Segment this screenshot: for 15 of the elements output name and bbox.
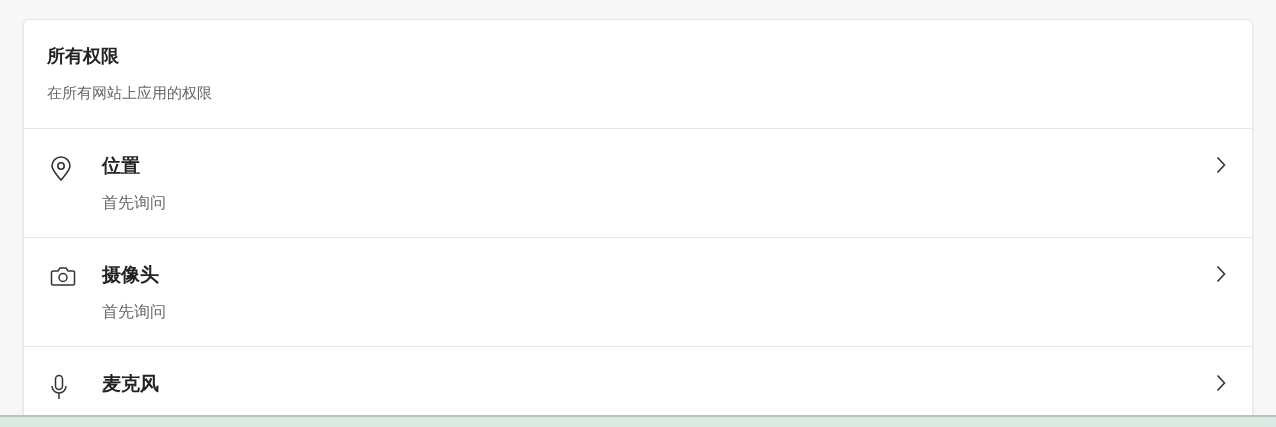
section-title: 所有权限 — [47, 44, 120, 68]
permission-title: 摄像头 — [102, 262, 160, 287]
permission-status: 首先询问 — [102, 193, 167, 214]
chevron-right-icon — [1216, 265, 1226, 283]
chevron-right-icon — [1216, 156, 1226, 174]
permission-row[interactable]: 位置 首先询问 — [24, 129, 1252, 238]
permission-title: 位置 — [102, 153, 141, 178]
permission-status: 首先询问 — [102, 302, 167, 323]
permission-title: 麦克风 — [102, 371, 160, 396]
section-subtitle: 在所有网站上应用的权限 — [47, 84, 213, 103]
camera-icon — [50, 265, 76, 287]
permission-row[interactable]: 摄像头 首先询问 — [24, 238, 1252, 347]
location-pin-icon — [50, 156, 72, 182]
chevron-right-icon — [1216, 374, 1226, 392]
microphone-icon — [50, 374, 68, 400]
